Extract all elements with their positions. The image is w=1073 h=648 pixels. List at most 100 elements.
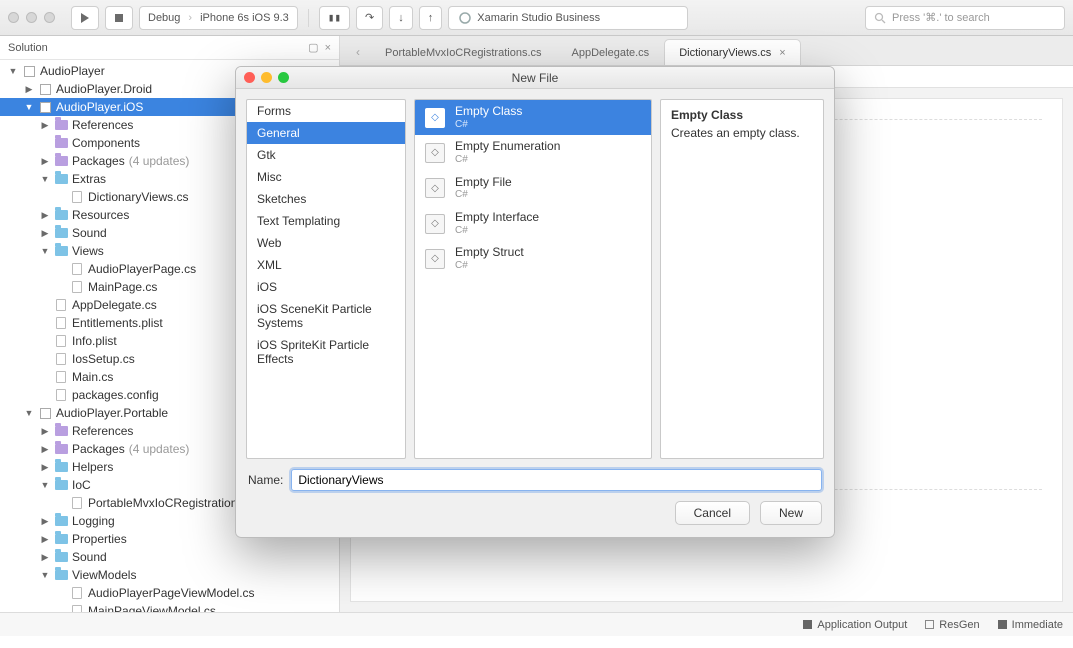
tree-node[interactable]: ▶Sound <box>0 548 339 566</box>
dialog-traffic-lights[interactable] <box>244 72 289 83</box>
status-immediate[interactable]: Immediate <box>998 619 1063 631</box>
step-out-button[interactable]: ↑ <box>419 6 443 30</box>
folder-icon <box>54 515 68 527</box>
tree-node-label: packages.config <box>72 388 159 402</box>
status-application-output[interactable]: Application Output <box>803 619 907 631</box>
tree-node-label: Resources <box>72 208 129 222</box>
editor-tab[interactable]: DictionaryViews.cs× <box>664 39 801 65</box>
project-icon <box>38 101 52 113</box>
status-resgen[interactable]: ResGen <box>925 619 979 631</box>
tree-node[interactable]: ▼ViewModels <box>0 566 339 584</box>
tree-node-label: ViewModels <box>72 568 136 582</box>
solution-icon <box>22 65 36 77</box>
template-label: Empty Enumeration <box>455 140 560 154</box>
tree-node-label: PortableMvxIoCRegistrations.cs <box>88 496 259 510</box>
disclosure-arrow-icon: ▶ <box>40 534 50 545</box>
template-label: Empty Struct <box>455 246 524 260</box>
desc-title: Empty Class <box>671 108 813 122</box>
template-icon: ◇ <box>425 214 445 234</box>
file-icon <box>70 281 84 293</box>
file-icon <box>54 317 68 329</box>
tab-close-icon[interactable]: × <box>779 47 785 59</box>
tree-node-label: Entitlements.plist <box>72 316 163 330</box>
template-icon: ◇ <box>425 108 445 128</box>
disclosure-arrow-icon: ▼ <box>24 102 34 112</box>
template-icon: ◇ <box>425 178 445 198</box>
dialog-titlebar: New File <box>236 67 834 89</box>
window-traffic-lights[interactable] <box>8 12 55 23</box>
toolbar: Debug › iPhone 6s iOS 9.3 ▮▮ ↷ ↓ ↑ Xamar… <box>0 0 1073 36</box>
category-list[interactable]: FormsGeneralGtkMiscSketchesText Templati… <box>246 99 406 459</box>
category-item[interactable]: Gtk <box>247 144 405 166</box>
tree-node-label: MainPage.cs <box>88 280 157 294</box>
file-icon <box>70 605 84 612</box>
category-item[interactable]: XML <box>247 254 405 276</box>
template-item[interactable]: ◇Empty ClassC# <box>415 100 651 135</box>
global-search[interactable]: Press '⌘.' to search <box>865 6 1065 30</box>
editor-tab[interactable]: PortableMvxIoCRegistrations.cs <box>370 39 557 65</box>
disclosure-arrow-icon: ▶ <box>40 444 50 455</box>
tree-node[interactable]: MainPageViewModel.cs <box>0 602 339 612</box>
file-icon <box>70 587 84 599</box>
file-icon <box>54 371 68 383</box>
category-item[interactable]: Text Templating <box>247 210 405 232</box>
category-item[interactable]: Web <box>247 232 405 254</box>
tree-node-label: Views <box>72 244 104 258</box>
template-list[interactable]: ◇Empty ClassC#◇Empty EnumerationC#◇Empty… <box>414 99 652 459</box>
disclosure-arrow-icon: ▼ <box>8 66 18 76</box>
folder-icon <box>54 245 68 257</box>
run-button[interactable] <box>71 6 99 30</box>
category-item[interactable]: Sketches <box>247 188 405 210</box>
panel-close-icon[interactable]: × <box>325 42 331 54</box>
tree-node-label: AudioPlayer.Droid <box>56 82 152 96</box>
name-input[interactable] <box>291 469 822 491</box>
category-item[interactable]: iOS SpriteKit Particle Effects <box>247 334 405 370</box>
step-in-button[interactable]: ↓ <box>389 6 413 30</box>
disclosure-arrow-icon: ▶ <box>40 516 50 527</box>
stop-button[interactable] <box>105 6 133 30</box>
desc-body: Creates an empty class. <box>671 126 813 140</box>
target-label: iPhone 6s iOS 9.3 <box>200 12 289 24</box>
disclosure-arrow-icon: ▶ <box>40 156 50 167</box>
cancel-button[interactable]: Cancel <box>675 501 750 525</box>
template-item[interactable]: ◇Empty InterfaceC# <box>415 206 651 241</box>
dialog-title: New File <box>512 71 559 85</box>
tab-label: AppDelegate.cs <box>572 47 650 59</box>
folder-icon <box>54 461 68 473</box>
run-config-selector[interactable]: Debug › iPhone 6s iOS 9.3 <box>139 6 298 30</box>
category-item[interactable]: iOS SceneKit Particle Systems <box>247 298 405 334</box>
tree-node-label: Components <box>72 136 140 150</box>
template-sublabel: C# <box>455 189 512 201</box>
disclosure-arrow-icon: ▼ <box>40 480 50 490</box>
template-item[interactable]: ◇Empty EnumerationC# <box>415 135 651 170</box>
template-sublabel: C# <box>455 225 539 237</box>
disclosure-arrow-icon: ▶ <box>40 120 50 131</box>
disclosure-arrow-icon: ▶ <box>24 84 34 95</box>
template-sublabel: C# <box>455 119 522 131</box>
disclosure-arrow-icon: ▼ <box>24 408 34 418</box>
project-icon <box>38 407 52 419</box>
category-item[interactable]: Forms <box>247 100 405 122</box>
file-icon <box>70 497 84 509</box>
template-item[interactable]: ◇Empty FileC# <box>415 171 651 206</box>
tab-nav-left-icon[interactable]: ‹ <box>346 39 370 65</box>
pause-button[interactable]: ▮▮ <box>319 6 350 30</box>
new-file-dialog: New File FormsGeneralGtkMiscSketchesText… <box>235 66 835 538</box>
tree-node-label: Main.cs <box>72 370 113 384</box>
editor-tab[interactable]: AppDelegate.cs <box>557 39 665 65</box>
step-over-button[interactable]: ↷ <box>356 6 383 30</box>
file-icon <box>70 263 84 275</box>
file-icon <box>54 389 68 401</box>
new-button[interactable]: New <box>760 501 822 525</box>
category-item[interactable]: General <box>247 122 405 144</box>
panel-pin-icon[interactable]: ▢ <box>308 41 318 54</box>
folder-icon <box>54 137 68 149</box>
tree-node[interactable]: AudioPlayerPageViewModel.cs <box>0 584 339 602</box>
tree-node-label: Properties <box>72 532 127 546</box>
folder-icon <box>54 551 68 563</box>
category-item[interactable]: Misc <box>247 166 405 188</box>
category-item[interactable]: iOS <box>247 276 405 298</box>
template-icon: ◇ <box>425 143 445 163</box>
template-item[interactable]: ◇Empty StructC# <box>415 241 651 276</box>
tree-node-label: AudioPlayer.iOS <box>56 100 143 114</box>
